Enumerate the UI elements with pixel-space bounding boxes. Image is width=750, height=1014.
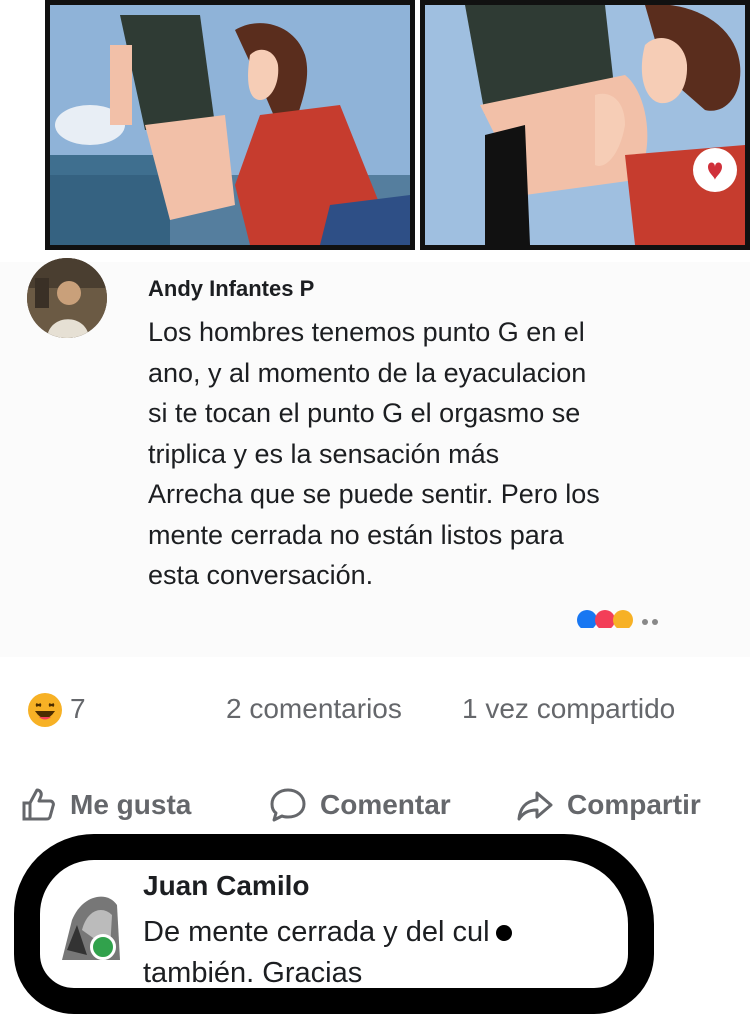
comic-panel-right: [420, 0, 750, 250]
comment-author[interactable]: Andy Infantes P: [148, 276, 314, 302]
reply-author[interactable]: Juan Camilo: [143, 870, 309, 902]
reactions-cluster-icon: [577, 610, 658, 628]
comments-count-link[interactable]: 2 comentarios: [226, 693, 402, 725]
share-label: Compartir: [567, 789, 701, 820]
comment-button[interactable]: Comentar: [268, 780, 451, 830]
comic-image: [0, 0, 750, 262]
like-label: Me gusta: [70, 789, 192, 820]
share-button[interactable]: Compartir: [515, 780, 701, 830]
comment-bubble-icon: [270, 788, 306, 822]
reply-text-line1: De mente cerrada y del cul: [143, 916, 490, 948]
haha-emoji-icon[interactable]: [27, 692, 63, 728]
comment-label: Comentar: [320, 789, 451, 820]
thumbs-up-icon: [22, 788, 55, 821]
online-status-indicator: [90, 934, 116, 960]
reply-text-line2: también. Gracias: [143, 957, 363, 989]
reactions-stats-row: 7 2 comentarios 1 vez compartido: [0, 690, 750, 730]
share-arrow-icon: [517, 791, 553, 821]
avatar[interactable]: [27, 258, 107, 338]
post-actions-bar: Me gusta Comentar Compartir: [0, 780, 750, 830]
reaction-count[interactable]: 7: [70, 693, 86, 725]
comment-text: Los hombres tenemos punto G en el ano, y…: [148, 317, 600, 590]
reply-text: De mente cerrada y del cul también. Grac…: [143, 912, 613, 994]
like-button[interactable]: Me gusta: [18, 780, 191, 830]
shares-count-link[interactable]: 1 vez compartido: [462, 693, 675, 725]
comic-panel-left: [45, 0, 415, 250]
text-cursor-dot: [495, 925, 512, 942]
